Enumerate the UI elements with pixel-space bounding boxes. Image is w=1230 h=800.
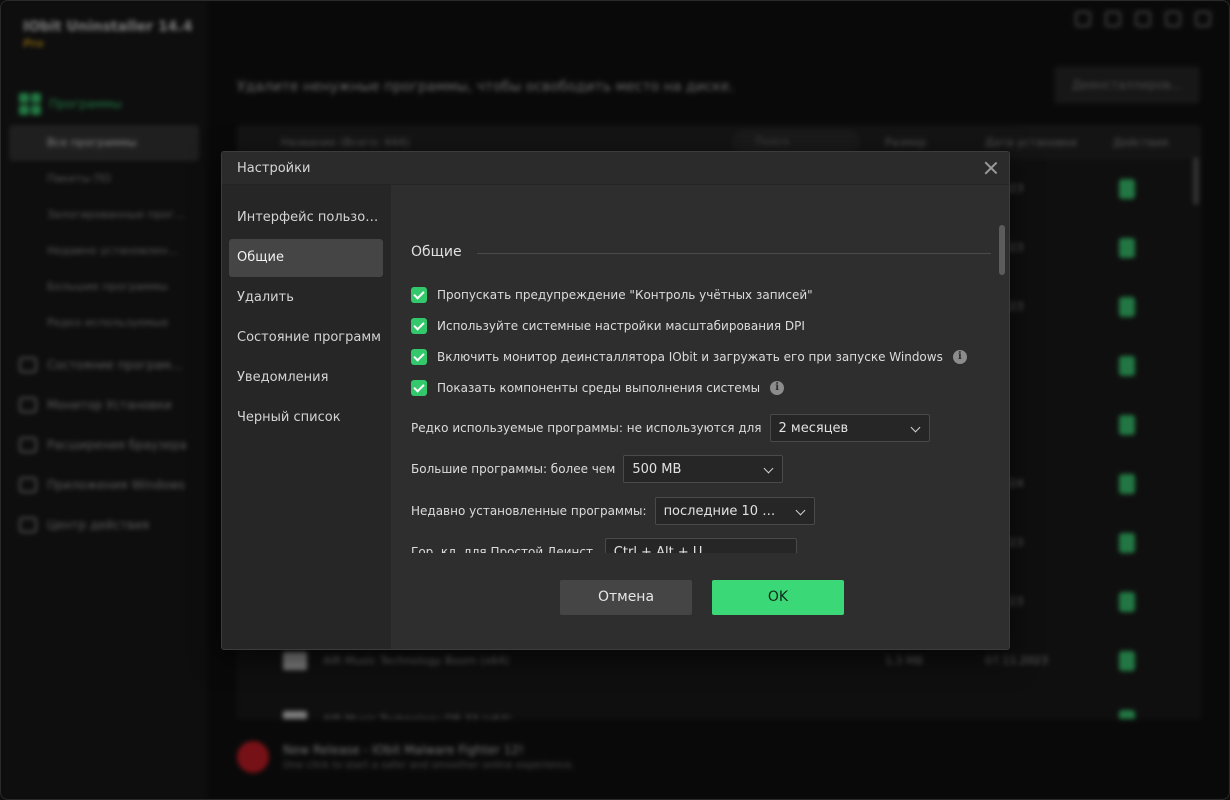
option-hotkey: Гор. кл. для Простой Деинст. Ctrl + Alt …: [411, 538, 797, 553]
dialog-header: Настройки: [222, 152, 1009, 185]
label-skip-uac: Пропускать предупреждение "Контроль учёт…: [437, 288, 813, 302]
section-divider: [477, 253, 991, 254]
settings-dialog: Настройки Интерфейс пользователя Общие У…: [221, 151, 1010, 650]
label-dpi-scaling: Используйте системные настройки масштаби…: [437, 319, 805, 333]
settings-scrollbar[interactable]: [999, 225, 1005, 275]
option-skip-uac[interactable]: Пропускать предупреждение "Контроль учёт…: [411, 285, 813, 305]
select-large-programs-value: 500 MB: [632, 461, 682, 477]
settings-nav-general[interactable]: Общие: [229, 239, 383, 277]
info-icon[interactable]: i: [952, 350, 967, 364]
option-runtime-components[interactable]: Показать компоненты среды выполнения сис…: [411, 378, 785, 398]
settings-nav-notifications[interactable]: Уведомления: [229, 359, 383, 397]
settings-nav-interface[interactable]: Интерфейс пользователя: [229, 199, 383, 237]
checkbox-dpi-scaling[interactable]: [411, 318, 427, 334]
chevron-down-icon: [910, 422, 920, 433]
select-recent-programs[interactable]: последние 10 дн...: [654, 497, 815, 525]
label-large-programs: Большие программы: более чем: [411, 462, 616, 476]
checkbox-uninstall-monitor[interactable]: [411, 349, 427, 365]
settings-scroll-area: Общие Пропускать предупреждение "Контрол…: [391, 185, 1009, 553]
checkbox-skip-uac[interactable]: [411, 287, 427, 303]
select-large-programs[interactable]: 500 MB: [623, 455, 784, 483]
label-rarely-used: Редко используемые программы: не использ…: [411, 421, 762, 435]
checkbox-runtime-components[interactable]: [411, 380, 427, 396]
dialog-title: Настройки: [237, 160, 311, 176]
label-uninstall-monitor: Включить монитор деинсталлятора IObit и …: [437, 350, 943, 364]
cancel-button[interactable]: Отмена: [560, 580, 692, 615]
section-title: Общие: [411, 244, 462, 260]
label-hotkey: Гор. кл. для Простой Деинст.: [411, 545, 597, 553]
settings-nav-uninstall[interactable]: Удалить: [229, 279, 383, 317]
chevron-down-icon: [795, 505, 806, 516]
settings-nav: Интерфейс пользователя Общие Удалить Сос…: [222, 185, 391, 649]
settings-nav-program-health[interactable]: Состояние программ: [229, 319, 383, 357]
ok-button[interactable]: OK: [712, 580, 844, 615]
option-dpi-scaling[interactable]: Используйте системные настройки масштаби…: [411, 316, 805, 336]
dialog-close-icon[interactable]: [983, 160, 999, 176]
option-recent-programs: Недавно установленные программы: последн…: [411, 497, 815, 525]
option-large-programs: Большие программы: более чем 500 MB: [411, 455, 784, 483]
label-runtime-components: Показать компоненты среды выполнения сис…: [437, 381, 761, 395]
input-hotkey-value: Ctrl + Alt + U: [613, 544, 703, 554]
settings-content: Общие Пропускать предупреждение "Контрол…: [391, 185, 1009, 649]
select-rarely-used[interactable]: 2 месяцев: [769, 414, 930, 442]
input-hotkey[interactable]: Ctrl + Alt + U: [604, 538, 797, 554]
option-uninstall-monitor[interactable]: Включить монитор деинсталлятора IObit и …: [411, 347, 967, 367]
chevron-down-icon: [763, 463, 774, 474]
select-rarely-used-value: 2 месяцев: [778, 420, 849, 436]
option-rarely-used: Редко используемые программы: не использ…: [411, 414, 930, 442]
settings-nav-blacklist[interactable]: Черный список: [229, 399, 383, 437]
select-recent-programs-value: последние 10 дн...: [663, 503, 784, 519]
label-recent-programs: Недавно установленные программы:: [411, 504, 647, 518]
info-icon[interactable]: i: [770, 381, 785, 395]
